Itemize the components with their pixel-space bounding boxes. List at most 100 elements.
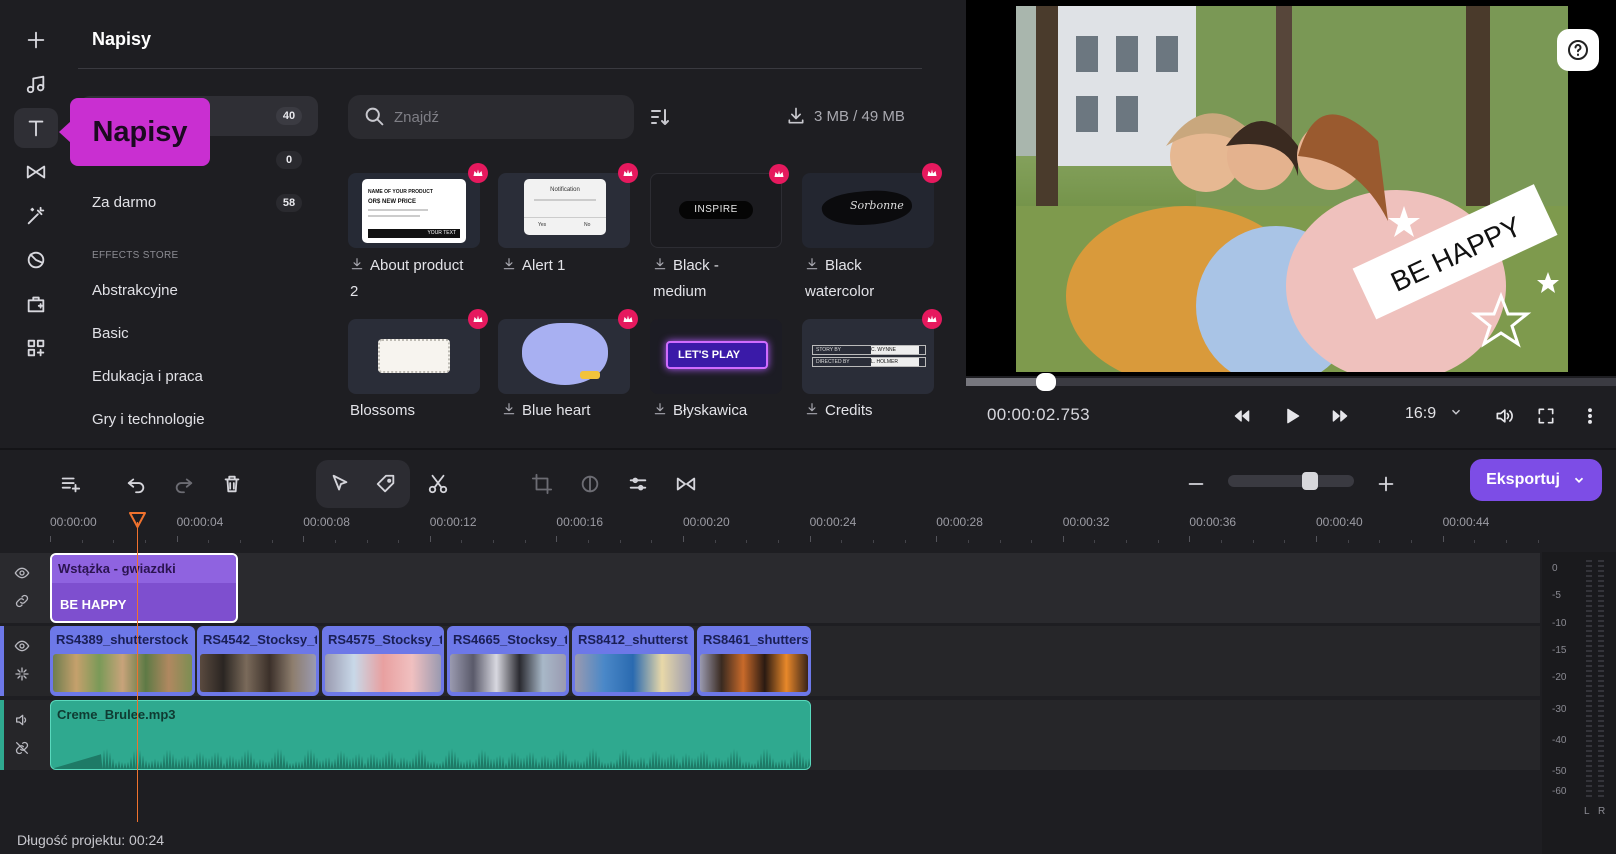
text-track-link-toggle[interactable] (14, 593, 36, 615)
filter-icon (27, 251, 45, 269)
template-about-product[interactable]: NAME OF YOUR PRODUCT OR$ NEW PRICE YOUR … (348, 163, 488, 248)
zoom-out-button[interactable] (1176, 464, 1216, 504)
premium-badge (922, 309, 942, 329)
template-label: Alert 1 (502, 253, 652, 279)
download-icon (653, 254, 667, 270)
ruler-tick (746, 540, 748, 543)
store-item-games[interactable]: Gry i technologie (92, 411, 205, 428)
effects-button[interactable] (14, 196, 58, 236)
more-tools-button[interactable] (14, 328, 58, 368)
filters-button[interactable] (14, 240, 58, 280)
premium-badge (618, 163, 638, 183)
help-button[interactable] (1557, 29, 1599, 71)
template-lightning[interactable]: LET'S PLAY (650, 319, 782, 394)
split-button[interactable] (418, 464, 458, 504)
category-count: 0 (276, 151, 302, 169)
transition-tool-button[interactable] (666, 464, 706, 504)
rewind-button[interactable] (1230, 404, 1254, 428)
credits-row-label: STORY BY (816, 347, 842, 353)
adjust-button[interactable] (618, 464, 658, 504)
undo-button[interactable] (116, 464, 156, 504)
fast-forward-icon (1332, 410, 1348, 422)
video-clip-thumbnails (325, 654, 441, 692)
delete-button[interactable] (212, 464, 252, 504)
transitions-button[interactable] (14, 152, 58, 192)
ruler-tick-label: 00:00:28 (936, 515, 983, 529)
marker-tool-button[interactable] (366, 464, 406, 504)
preview-video[interactable]: BE HAPPY (1016, 6, 1568, 372)
video-clip[interactable]: RS4665_Stocksy_t (447, 626, 569, 696)
plus-icon (1378, 476, 1394, 492)
video-track-effects-toggle[interactable] (14, 666, 36, 688)
scrubber-handle[interactable] (1036, 373, 1056, 391)
ruler-tick (1031, 540, 1033, 543)
minus-icon (1188, 483, 1204, 485)
video-clip-name: RS4575_Stocksy_t (328, 632, 442, 647)
thumbnail-cta: YOUR TEXT (368, 229, 460, 238)
crop-button[interactable] (522, 464, 562, 504)
template-label: Credits (805, 398, 955, 424)
search-box[interactable] (348, 95, 634, 139)
ruler-tick (1379, 540, 1381, 543)
zoom-slider[interactable] (1228, 475, 1354, 487)
template-blossoms[interactable] (348, 309, 488, 394)
video-clip[interactable]: RS8412_shutterst (572, 626, 694, 696)
store-item-basic[interactable]: Basic (92, 325, 129, 342)
zoom-in-button[interactable] (1366, 464, 1406, 504)
select-tool-button[interactable] (320, 464, 360, 504)
preview-scrubber[interactable] (966, 378, 1616, 386)
ruler-tick-label: 00:00:08 (303, 515, 350, 529)
template-alert-1[interactable]: Notification Yes No (498, 163, 638, 248)
fast-forward-button[interactable] (1328, 404, 1352, 428)
sort-button[interactable] (648, 105, 672, 129)
store-button[interactable] (14, 284, 58, 324)
video-track-visibility-toggle[interactable] (14, 638, 36, 660)
trash-icon (224, 475, 240, 493)
video-clip[interactable]: RS4542_Stocksy_t (197, 626, 319, 696)
audio-track-volume-toggle[interactable] (14, 712, 36, 734)
template-label-text: 2 (350, 283, 359, 300)
premium-badge (468, 163, 488, 183)
color-button[interactable] (570, 464, 610, 504)
fullscreen-button[interactable] (1534, 404, 1558, 428)
zoom-slider-handle[interactable] (1302, 472, 1318, 490)
ruler-tick-label: 00:00:16 (556, 515, 604, 529)
video-clip[interactable]: RS4575_Stocksy_t (322, 626, 444, 696)
more-options-button[interactable] (1578, 404, 1602, 428)
music-button[interactable] (14, 64, 58, 104)
timeline-ruler[interactable]: 00:00:00 00:00:04 00:00:08 00:00:12 00:00:16… (0, 510, 1540, 546)
thumbnail-alert-title: Notification (550, 187, 580, 193)
transition-icon (26, 165, 46, 179)
ruler-tick (176, 536, 178, 542)
template-blue-heart[interactable] (498, 309, 638, 394)
audio-clip[interactable]: Creme_Brulee.mp3 (50, 700, 811, 770)
titles-button[interactable] (14, 108, 58, 148)
export-button[interactable]: Eksportuj (1470, 459, 1602, 501)
play-button[interactable] (1280, 404, 1304, 428)
redo-button[interactable] (164, 464, 204, 504)
audio-track-link-toggle[interactable] (14, 740, 36, 762)
thumbnail-credits-row: DIRECTED BY L. HOLMER (812, 357, 926, 367)
category-free[interactable]: Za darmo 58 (80, 183, 318, 223)
volume-button[interactable] (1492, 404, 1516, 428)
add-track-button[interactable] (50, 464, 90, 504)
current-time: 00:00:02.753 (987, 405, 1090, 424)
meter-scale-label: 0 (1552, 563, 1558, 574)
ruler-tick-label: 00:00:00 (50, 515, 97, 529)
search-input[interactable] (394, 105, 614, 129)
template-black-medium[interactable]: INSPIRE (650, 164, 789, 248)
video-clip[interactable]: RS4389_shutterstock (50, 626, 195, 696)
video-clip[interactable]: RS8461_shutterst (697, 626, 811, 696)
template-black-watercolor[interactable]: Sorbonne (802, 163, 942, 248)
playhead-handle[interactable] (129, 512, 146, 529)
add-media-button[interactable] (14, 20, 58, 60)
ruler-tick (81, 540, 83, 543)
template-credits[interactable]: STORY BY C. WYNNE DIRECTED BY L. HOLMER (802, 309, 942, 394)
text-track-visibility-toggle[interactable] (14, 565, 36, 587)
meter-scale-label: -20 (1552, 672, 1567, 683)
store-item-abstract[interactable]: Abstrakcyjne (92, 282, 178, 299)
store-item-education[interactable]: Edukacja i praca (92, 368, 203, 385)
thumbnail-alert-yes: Yes (538, 222, 547, 228)
aspect-ratio-select[interactable]: 16:9 (1405, 405, 1463, 423)
text-clip[interactable]: Wstążka - gwiazdki BE HAPPY (50, 553, 238, 623)
